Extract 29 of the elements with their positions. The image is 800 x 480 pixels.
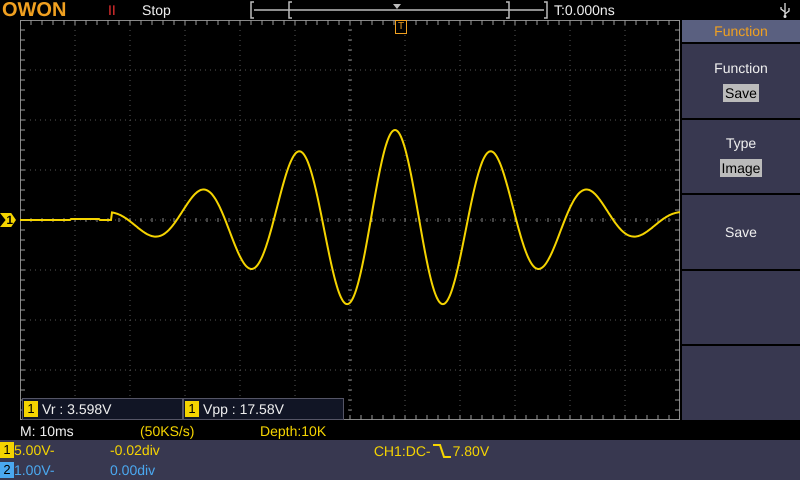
option-label: Function: [714, 60, 768, 76]
timebase-scale: M: 10ms: [20, 423, 75, 439]
option-value: Save: [723, 84, 759, 102]
channel-badge: 1: [185, 401, 199, 417]
vertical-scale: 1.00V-: [14, 462, 56, 478]
run-indicator: II: [108, 2, 117, 18]
channel-badge[interactable]: 2: [0, 462, 14, 478]
time-offset: T:0.000ns: [554, 2, 616, 18]
memory-depth: Depth:10K: [260, 423, 326, 439]
brand-logo: OWON: [2, 0, 68, 20]
vertical-offset: -0.02div: [110, 442, 160, 458]
trigger-level: 7.80V: [452, 443, 490, 459]
vertical-offset: 0.00div: [110, 462, 156, 478]
run-state: Stop: [142, 2, 172, 18]
vertical-scale: 5.00V-: [14, 442, 56, 458]
option-label: Type: [726, 135, 756, 152]
option-value: Image: [720, 159, 762, 178]
trigger-source: CH1:DC-: [374, 443, 431, 459]
menu-option-button[interactable]: Function Save: [682, 42, 800, 118]
menu-title: Function: [682, 20, 800, 42]
falling-edge-icon: [432, 443, 451, 459]
measurement-value: Vr : 3.598V: [42, 401, 112, 417]
channel-badge[interactable]: 1: [0, 442, 14, 458]
measurement-value: Vpp : 17.58V: [203, 401, 284, 417]
channel-badge: 1: [24, 401, 38, 417]
trigger-marker[interactable]: T: [395, 20, 407, 34]
channel-marker[interactable]: 1: [0, 213, 16, 227]
usb-icon: [780, 2, 790, 18]
sample-rate: (50KS/s): [140, 423, 196, 439]
